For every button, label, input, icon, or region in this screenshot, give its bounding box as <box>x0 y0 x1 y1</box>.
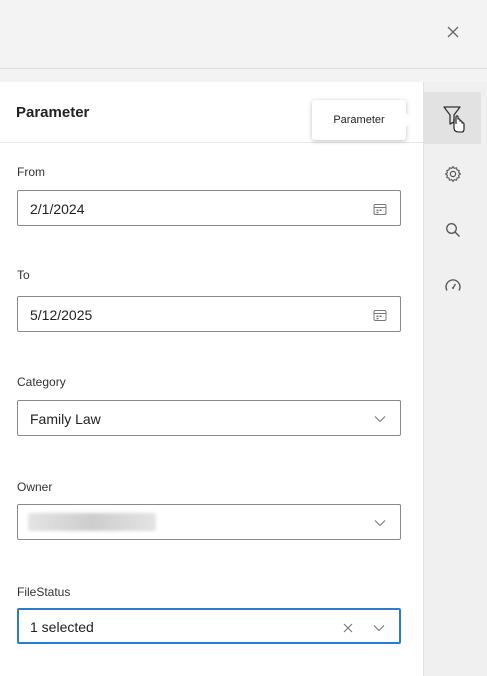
filestatus-select[interactable]: 1 selected <box>17 608 401 644</box>
to-date-value: 5/12/2025 <box>30 307 93 323</box>
chevron-down-icon[interactable] <box>372 411 388 427</box>
to-date-input[interactable]: 5/12/2025 <box>17 296 401 332</box>
category-value: Family Law <box>30 411 101 427</box>
filter-icon <box>442 106 465 133</box>
from-date-input[interactable]: 2/1/2024 <box>17 190 401 226</box>
owner-select[interactable] <box>17 504 401 540</box>
side-rail <box>423 82 487 676</box>
top-bar <box>0 0 487 69</box>
tooltip-text: Parameter <box>333 114 385 126</box>
rail-filter-button[interactable] <box>424 92 481 144</box>
parameter-tooltip: Parameter <box>312 100 413 140</box>
calendar-icon[interactable] <box>372 307 388 323</box>
filestatus-label: FileStatus <box>17 585 71 599</box>
parameter-panel: Parameter From 2/1/2024 To 5/12/2025 Cat… <box>0 82 423 676</box>
clear-selection-icon[interactable] <box>341 621 355 635</box>
owner-value-redacted <box>28 513 156 531</box>
rail-settings-button[interactable] <box>424 148 481 200</box>
category-select[interactable]: Family Law <box>17 400 401 436</box>
owner-label: Owner <box>17 480 53 494</box>
panel-title: Parameter <box>16 104 90 121</box>
search-icon <box>445 223 460 237</box>
to-label: To <box>17 268 30 282</box>
calendar-icon[interactable] <box>372 201 388 217</box>
filestatus-value: 1 selected <box>30 619 94 635</box>
settings-gear-icon <box>444 165 461 183</box>
chevron-down-icon[interactable] <box>372 515 388 531</box>
close-icon <box>447 26 459 38</box>
from-date-value: 2/1/2024 <box>30 201 85 217</box>
from-label: From <box>17 165 45 179</box>
chevron-down-icon[interactable] <box>371 620 387 636</box>
close-button[interactable] <box>439 18 467 46</box>
gauge-icon <box>444 279 461 291</box>
rail-performance-button[interactable] <box>424 260 481 312</box>
rail-search-button[interactable] <box>424 204 481 256</box>
category-label: Category <box>17 375 66 389</box>
